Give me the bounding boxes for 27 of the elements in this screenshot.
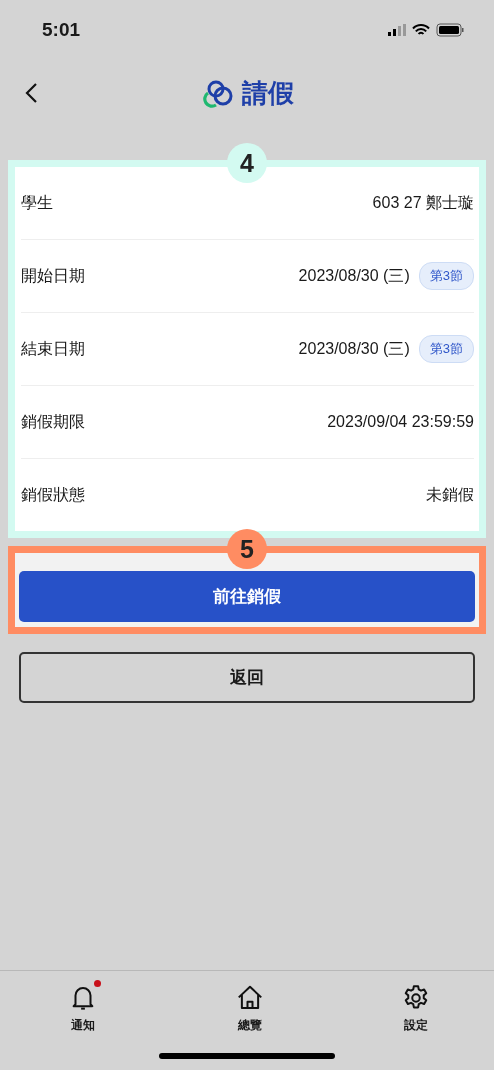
tab-item[interactable]: 總覽 xyxy=(221,983,278,1034)
field-value: 2023/09/04 23:59:59 xyxy=(327,413,474,431)
field-label: 銷假狀態 xyxy=(21,484,85,505)
field-label: 銷假期限 xyxy=(21,411,85,432)
status-time: 5:01 xyxy=(42,19,81,41)
field-label: 開始日期 xyxy=(21,265,85,286)
tab-label: 設定 xyxy=(404,1017,428,1034)
field-value: 2023/08/30 (三) xyxy=(298,338,410,359)
field-value: 603 27 鄭士璇 xyxy=(372,192,474,213)
period-tag: 第3節 xyxy=(418,262,474,290)
page-title: 請假 xyxy=(242,76,294,110)
signal-icon xyxy=(388,24,406,36)
tab-label: 總覽 xyxy=(237,1017,262,1034)
field-value: 未銷假 xyxy=(426,484,474,505)
field-label: 學生 xyxy=(21,192,53,213)
wifi-icon xyxy=(412,23,430,37)
cancel-leave-button[interactable]: 前往銷假 xyxy=(19,571,475,622)
back-icon[interactable] xyxy=(24,82,40,104)
field-value: 2023/08/30 (三) xyxy=(298,265,410,286)
battery-icon xyxy=(436,23,464,37)
step-number: 4 xyxy=(227,143,267,183)
field-label: 結束日期 xyxy=(21,338,85,359)
tab-item[interactable]: 設定 xyxy=(388,983,444,1034)
return-button[interactable]: 返回 xyxy=(19,652,475,703)
period-tag: 第3節 xyxy=(418,335,474,363)
tab-item[interactable]: 通知 xyxy=(55,983,111,1034)
tab-label: 通知 xyxy=(71,1017,95,1034)
